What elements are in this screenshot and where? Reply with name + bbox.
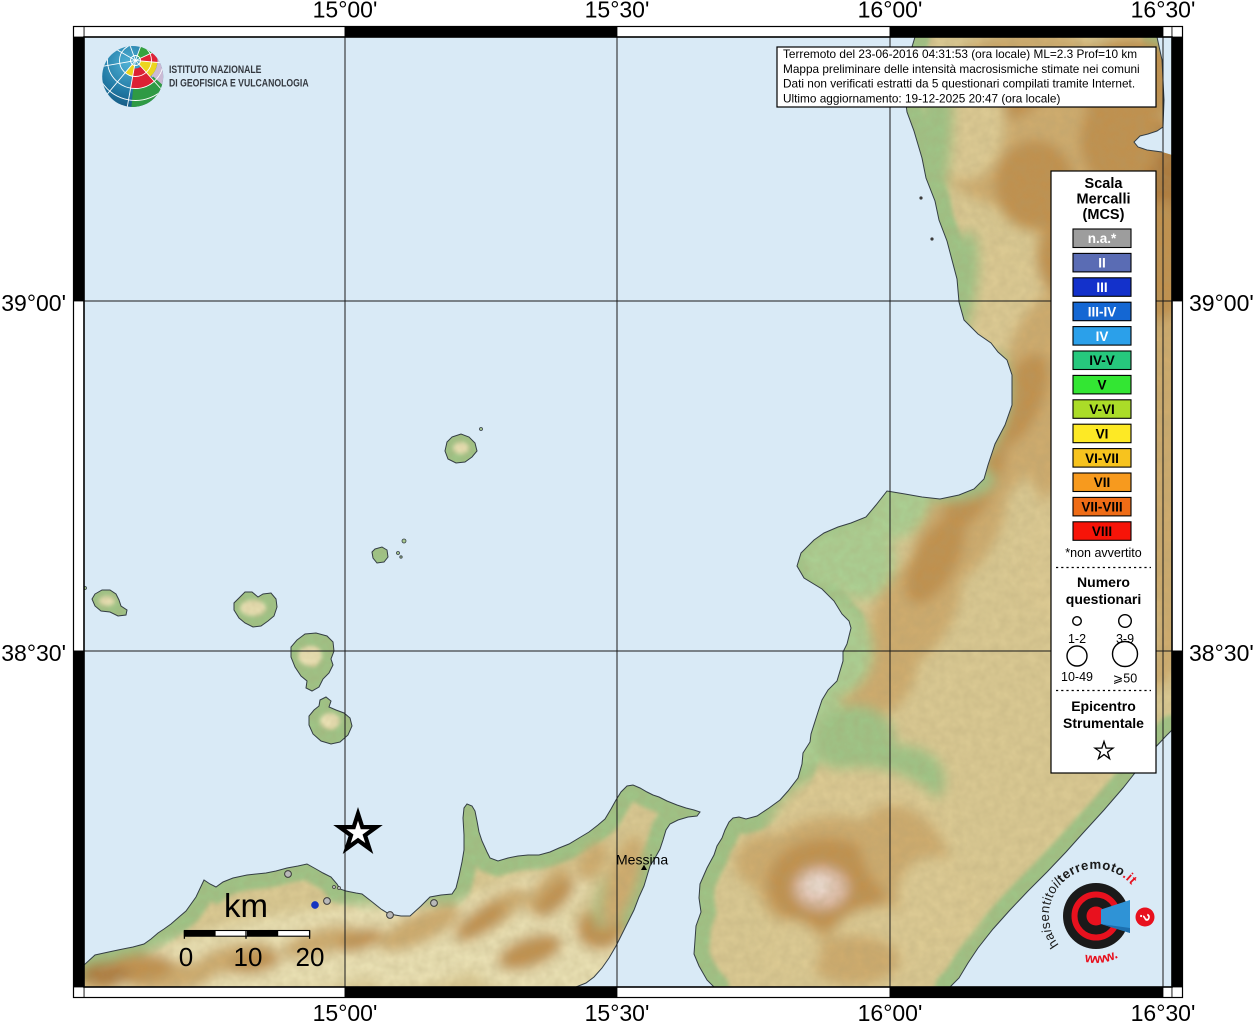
svg-text:16°00': 16°00': [858, 0, 923, 23]
svg-text:0: 0: [179, 942, 193, 972]
svg-text:*non avvertito: *non avvertito: [1065, 546, 1141, 560]
svg-text:Messina: Messina: [616, 852, 668, 868]
svg-text:DI GEOFISICA E VULCANOLOGIA: DI GEOFISICA E VULCANOLOGIA: [169, 78, 309, 90]
svg-text:Dati non verificati estratti d: Dati non verificati estratti da 5 questi…: [783, 77, 1135, 91]
svg-text:VIII: VIII: [1092, 524, 1112, 539]
svg-text:km: km: [224, 887, 268, 924]
svg-text:10: 10: [234, 942, 263, 972]
svg-text:VI-VII: VI-VII: [1085, 451, 1119, 466]
svg-text:15°00': 15°00': [313, 1000, 378, 1024]
svg-text:VII: VII: [1094, 475, 1111, 490]
svg-text:II: II: [1098, 256, 1106, 271]
svg-text:VI: VI: [1096, 426, 1109, 441]
svg-text:Terremoto del 23-06-2016 04:31: Terremoto del 23-06-2016 04:31:53 (ora l…: [783, 47, 1137, 61]
svg-text:16°30': 16°30': [1131, 0, 1196, 23]
svg-text:16°30': 16°30': [1131, 1000, 1196, 1024]
svg-text:Strumentale: Strumentale: [1063, 715, 1144, 731]
svg-text:IV: IV: [1096, 329, 1109, 344]
svg-text:ISTITUTO NAZIONALE: ISTITUTO NAZIONALE: [169, 64, 262, 76]
svg-text:39°00': 39°00': [1189, 290, 1254, 316]
svg-text:III: III: [1096, 280, 1107, 295]
svg-text:VII-VIII: VII-VIII: [1081, 500, 1122, 515]
svg-text:38°30': 38°30': [1189, 640, 1254, 666]
svg-text:(MCS): (MCS): [1083, 207, 1125, 223]
svg-text:IV-V: IV-V: [1089, 353, 1115, 368]
svg-text:Mercalli: Mercalli: [1077, 192, 1131, 208]
svg-text:15°30': 15°30': [585, 1000, 650, 1024]
svg-text:Epicentro: Epicentro: [1071, 698, 1136, 714]
svg-text:Ultimo aggiornamento: 19-12-20: Ultimo aggiornamento: 19-12-2025 20:47 (…: [783, 91, 1060, 105]
svg-text:n.a.*: n.a.*: [1088, 231, 1117, 246]
svg-text:Scala: Scala: [1085, 176, 1124, 192]
svg-text:20: 20: [296, 942, 325, 972]
svg-text:10-49: 10-49: [1061, 670, 1093, 684]
svg-text:V-VI: V-VI: [1089, 402, 1115, 417]
svg-text:questionari: questionari: [1066, 591, 1141, 607]
svg-text:15°00': 15°00': [313, 0, 378, 23]
svg-text:1-2: 1-2: [1068, 632, 1086, 646]
svg-text:⩾50: ⩾50: [1113, 672, 1137, 686]
svg-text:15°30': 15°30': [585, 0, 650, 23]
svg-text:III-IV: III-IV: [1088, 304, 1117, 319]
svg-text:38°30': 38°30': [1, 640, 66, 666]
svg-text:Mappa preliminare delle intens: Mappa preliminare delle intensità macros…: [783, 62, 1140, 76]
svg-text:39°00': 39°00': [1, 290, 66, 316]
svg-text:3-9: 3-9: [1116, 632, 1134, 646]
svg-text:V: V: [1097, 378, 1106, 393]
svg-text:Numero: Numero: [1077, 574, 1130, 590]
svg-text:16°00': 16°00': [858, 1000, 923, 1024]
